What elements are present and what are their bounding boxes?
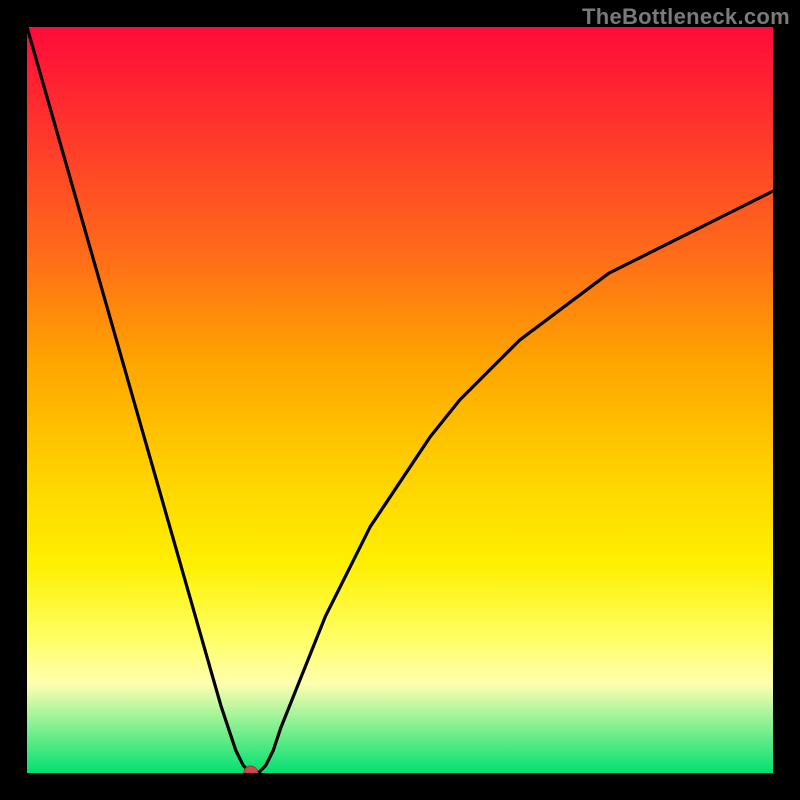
chart-overlay	[27, 27, 773, 773]
watermark-text: TheBottleneck.com	[582, 4, 790, 30]
chart-frame: TheBottleneck.com	[0, 0, 800, 800]
bottleneck-curve	[27, 27, 773, 773]
